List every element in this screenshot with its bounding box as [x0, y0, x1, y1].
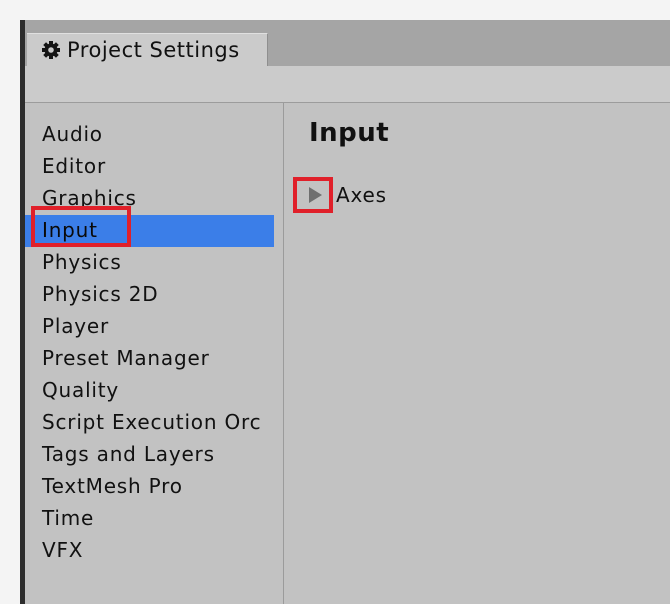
sidebar-item-time[interactable]: Time [25, 503, 274, 535]
sidebar-item-physics[interactable]: Physics [25, 247, 274, 279]
tab-project-settings[interactable]: Project Settings [27, 33, 268, 66]
highlight-box-axes-toggle [293, 177, 333, 213]
highlight-box-input-item [31, 206, 131, 247]
sidebar-item-audio[interactable]: Audio [25, 119, 274, 151]
foldout-label: Axes [336, 183, 387, 207]
sidebar-item-preset-manager[interactable]: Preset Manager [25, 343, 274, 375]
settings-sidebar: Audio Editor Graphics Input Physics Phys… [25, 103, 284, 604]
toolbar [25, 66, 670, 103]
tab-label: Project Settings [67, 38, 240, 62]
sidebar-item-player[interactable]: Player [25, 311, 274, 343]
sidebar-item-vfx[interactable]: VFX [25, 535, 274, 567]
settings-list: Audio Editor Graphics Input Physics Phys… [25, 119, 283, 567]
sidebar-item-script-execution-order[interactable]: Script Execution Orc [25, 407, 274, 439]
sidebar-item-editor[interactable]: Editor [25, 151, 274, 183]
sidebar-item-physics-2d[interactable]: Physics 2D [25, 279, 274, 311]
sidebar-item-textmesh-pro[interactable]: TextMesh Pro [25, 471, 274, 503]
gear-icon [41, 40, 61, 60]
sidebar-item-quality[interactable]: Quality [25, 375, 274, 407]
page-title: Input [309, 118, 390, 148]
sidebar-item-tags-and-layers[interactable]: Tags and Layers [25, 439, 274, 471]
